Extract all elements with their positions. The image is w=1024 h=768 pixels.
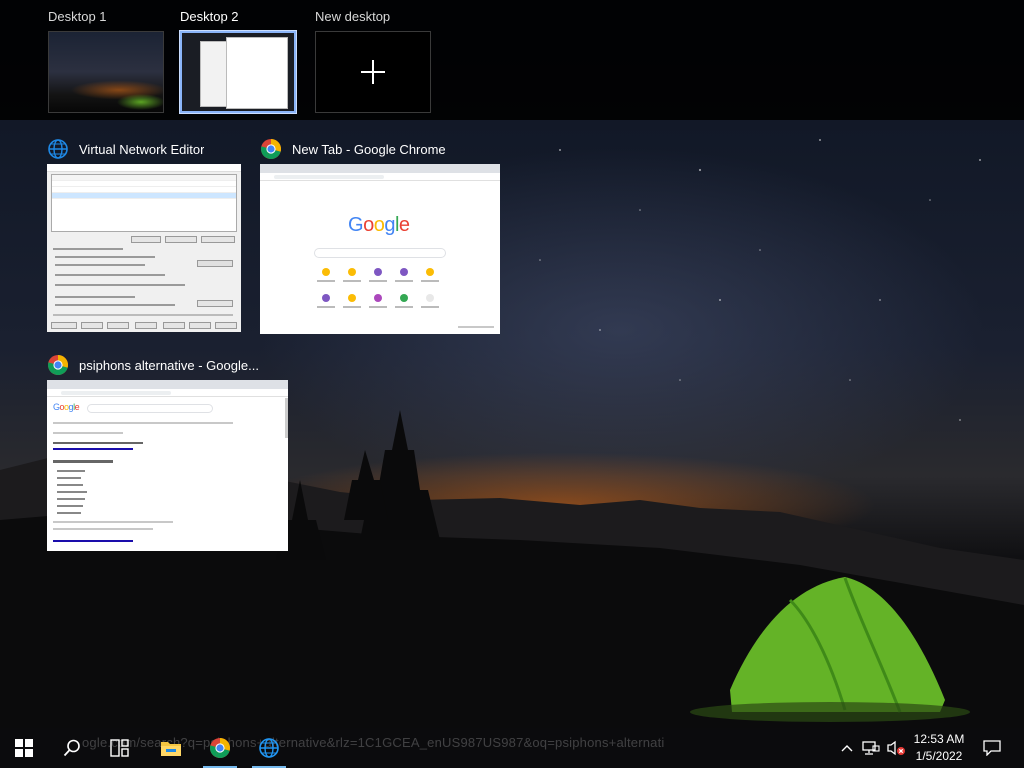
search-icon xyxy=(63,739,80,757)
volume-muted-icon xyxy=(887,740,905,756)
chrome-icon xyxy=(209,738,231,759)
window-card-header: psiphons alternative - Google... xyxy=(47,350,288,380)
desktop-1-thumbnail[interactable] xyxy=(48,31,164,113)
google-logo: Google xyxy=(53,402,80,412)
network-icon xyxy=(862,741,880,755)
new-desktop-label: New desktop xyxy=(315,9,391,24)
volume-button[interactable] xyxy=(884,728,908,768)
chrome-icon xyxy=(260,139,282,160)
start-icon xyxy=(15,739,33,757)
search-box xyxy=(314,248,446,258)
file-explorer-icon xyxy=(161,742,181,756)
google-logo: Google xyxy=(348,214,410,236)
chrome-icon xyxy=(47,355,69,376)
desktop-2-thumbnail[interactable] xyxy=(179,30,297,114)
virtual-network-editor-taskbar-button[interactable] xyxy=(248,728,290,768)
system-clock[interactable]: 12:53 AM 1/5/2022 xyxy=(906,728,972,768)
chevron-up-icon xyxy=(841,745,853,752)
window-title: Virtual Network Editor xyxy=(79,141,205,157)
window-card-header: New Tab - Google Chrome xyxy=(260,134,500,164)
network-button[interactable] xyxy=(859,728,883,768)
window-thumbnail[interactable] xyxy=(47,164,241,332)
chrome-taskbar-button[interactable] xyxy=(199,728,241,768)
clock-time: 12:53 AM xyxy=(913,732,965,746)
desktop-1-label: Desktop 1 xyxy=(48,9,107,24)
globe-icon xyxy=(48,139,68,159)
new-desktop[interactable]: New desktop xyxy=(315,8,431,113)
window-card-new-tab-chrome[interactable]: New Tab - Google Chrome Google xyxy=(260,134,500,334)
start-button[interactable] xyxy=(0,728,48,768)
window-thumbnail[interactable]: Google xyxy=(260,164,500,334)
desktop-2-label: Desktop 2 xyxy=(180,9,239,24)
window-title: New Tab - Google Chrome xyxy=(292,141,446,157)
mini-window xyxy=(226,37,288,109)
window-title: psiphons alternative - Google... xyxy=(79,357,259,373)
desktop-2[interactable]: Desktop 2 xyxy=(179,8,297,114)
new-desktop-button[interactable] xyxy=(315,31,431,113)
window-thumbnail[interactable]: Google xyxy=(47,380,288,551)
window-card-virtual-network-editor[interactable]: Virtual Network Editor xyxy=(47,134,241,332)
window-card-psiphons-alternative-chrome[interactable]: psiphons alternative - Google... Google xyxy=(47,350,288,551)
notifications-icon xyxy=(983,740,1001,756)
window-card-header: Virtual Network Editor xyxy=(47,134,241,164)
virtual-desktops-bar: Desktop 1 Desktop 2 New desktop xyxy=(0,0,1024,120)
show-hidden-icons-button[interactable] xyxy=(835,728,859,768)
clock-date: 1/5/2022 xyxy=(915,749,963,763)
action-center-button[interactable] xyxy=(980,728,1004,768)
file-explorer-button[interactable] xyxy=(150,728,192,768)
globe-icon xyxy=(259,738,279,758)
plus-icon xyxy=(361,60,385,84)
desktop-1[interactable]: Desktop 1 xyxy=(48,8,164,113)
